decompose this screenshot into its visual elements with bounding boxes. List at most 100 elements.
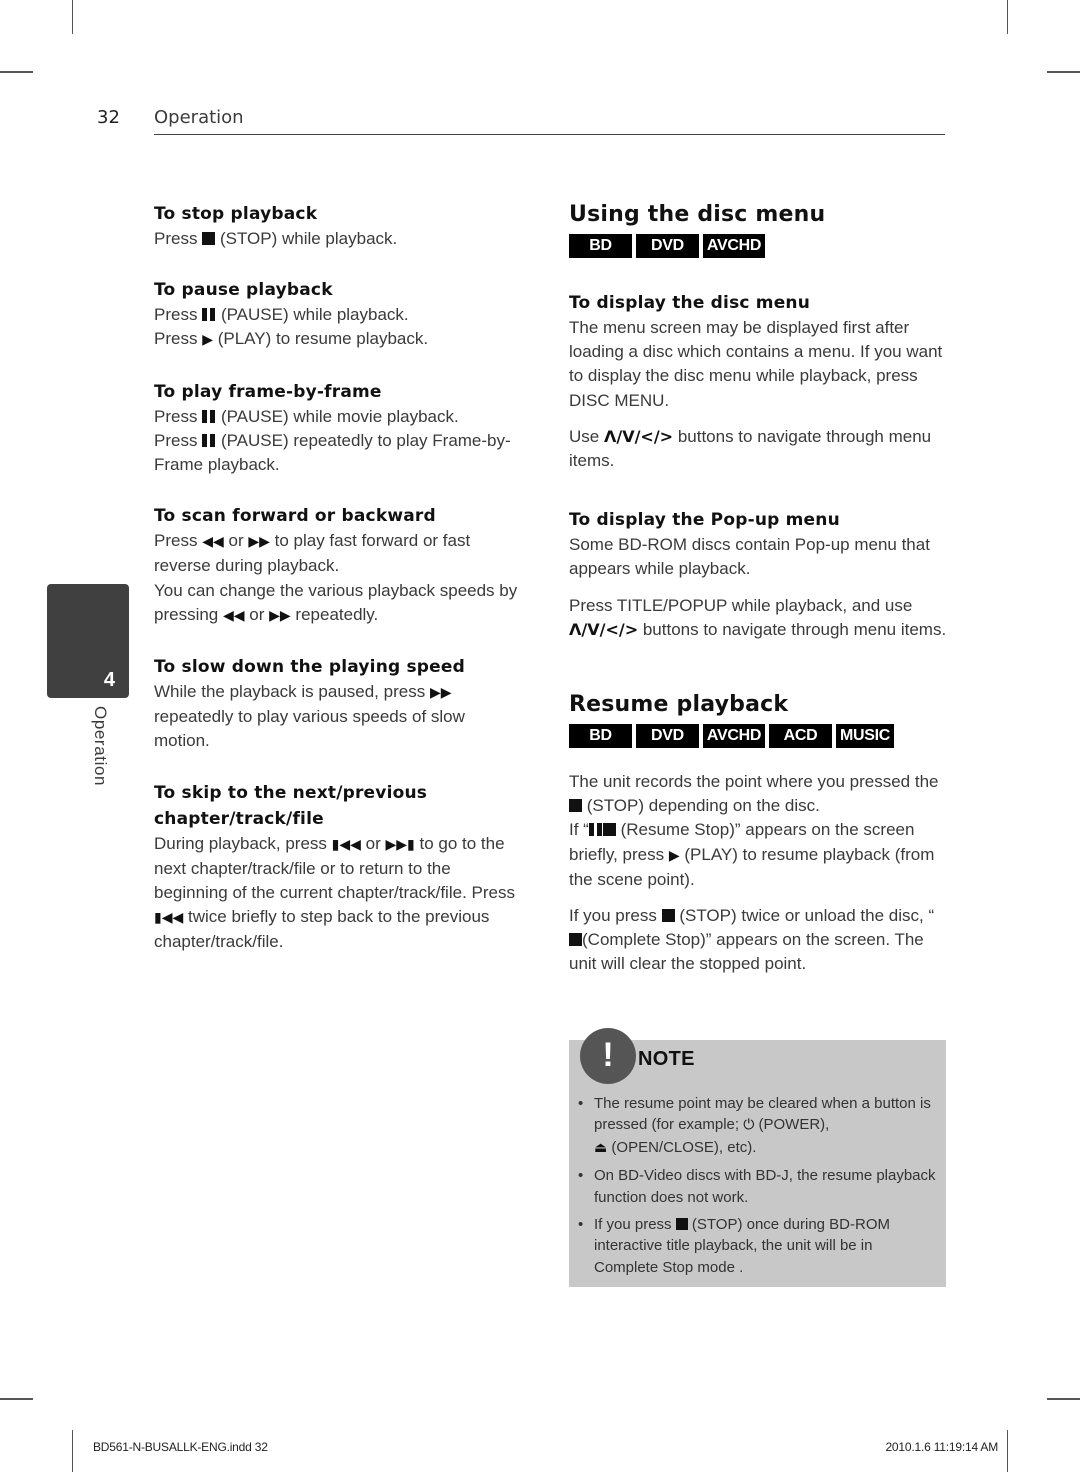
section-popup-menu: To display the Pop-up menu Some BD-ROM d… <box>569 507 947 642</box>
text: (STOP) twice or unload the disc, “ <box>679 906 935 926</box>
subheading: To stop playback <box>154 204 318 224</box>
exclamation-icon: ! <box>580 1028 636 1084</box>
chapter-number: 4 <box>103 669 115 691</box>
rewind-icon: ◀◀ <box>202 534 224 551</box>
disc-type-badges: BD DVD AVCHD ACD MUSIC <box>569 724 947 749</box>
paragraph: Press ◀◀ or ▶▶ to play fast forward or f… <box>154 529 524 628</box>
navigation-arrows-icon: Λ/V/</> <box>603 426 674 446</box>
stop-icon <box>661 909 675 923</box>
text: If you press <box>569 906 657 926</box>
section-resume-playback: Resume playback BD DVD AVCHD ACD MUSIC T… <box>569 690 947 977</box>
eject-icon: ⏏ <box>594 1139 608 1156</box>
crop-mark <box>72 1430 73 1472</box>
text: twice briefly to step back to the previo… <box>154 907 490 952</box>
section-scan: To scan forward or backward Press ◀◀ or … <box>154 503 524 628</box>
bullet: • <box>578 1216 584 1234</box>
text: Press <box>154 329 198 349</box>
navigation-arrows-icon: Λ/V/</> <box>569 619 639 639</box>
skip-previous-icon: ▮◀◀ <box>154 910 184 927</box>
fast-forward-icon: ▶▶ <box>429 685 452 702</box>
section-slow-motion: To slow down the playing speed While the… <box>154 654 524 754</box>
chapter-tab: 4 <box>47 584 129 698</box>
text: or <box>249 604 265 624</box>
text: Use <box>569 426 600 446</box>
crop-mark <box>0 1398 33 1400</box>
text: (PAUSE) while playback. <box>220 305 409 325</box>
paragraph: While the playback is paused, press ▶▶ r… <box>154 680 524 754</box>
paragraph: Press TITLE/POPUP while playback, and us… <box>569 594 947 642</box>
header-divider <box>154 134 945 135</box>
pause-icon <box>588 823 603 837</box>
text: Press <box>154 305 198 325</box>
skip-previous-icon: ▮◀◀ <box>331 836 361 853</box>
bullet: • <box>578 1095 584 1112</box>
section-heading-resume: Resume playback <box>569 692 789 718</box>
text: The unit records the point where you pre… <box>569 772 939 792</box>
footer-timestamp: 2010.1.6 11:19:14 AM <box>885 1440 998 1454</box>
footer-filename: BD561-N-BUSALLK-ENG.indd 32 <box>93 1440 268 1454</box>
stop-icon <box>202 232 216 245</box>
crop-mark <box>0 71 33 73</box>
text: Press <box>471 883 515 903</box>
skip-next-icon: ▶▶▮ <box>385 836 415 853</box>
pause-icon <box>202 308 216 322</box>
section-stop-playback: To stop playback Press (STOP) while play… <box>154 201 524 251</box>
paragraph: The unit records the point where you pre… <box>569 770 947 892</box>
fast-forward-icon: ▶▶ <box>248 534 270 551</box>
text: Press <box>154 406 198 426</box>
paragraph: Use Λ/V/</> buttons to navigate through … <box>569 425 947 473</box>
pause-icon <box>202 409 216 423</box>
subheading: To scan forward or backward <box>154 506 436 527</box>
power-icon: ⏻ <box>743 1117 755 1134</box>
paragraph: The menu screen may be displayed first a… <box>569 318 943 410</box>
fast-forward-icon: ▶▶ <box>269 607 291 624</box>
badge-avchd: AVCHD <box>703 234 765 258</box>
paragraph: During playback, press ▮◀◀ or ▶▶▮ to go … <box>154 832 524 955</box>
disc-type-badges: BD DVD AVCHD <box>569 234 947 258</box>
paragraph: If you press (STOP) twice or unload the … <box>569 904 947 977</box>
paragraph: Press (PAUSE) while playback. Press ▶ (P… <box>154 303 524 352</box>
section-pause-playback: To pause playback Press (PAUSE) while pl… <box>154 277 524 352</box>
play-icon: ▶ <box>668 847 680 864</box>
text: During playback, press <box>154 833 327 853</box>
subheading: To display the disc menu <box>569 293 811 313</box>
subheading: To play frame-by-frame <box>154 381 382 402</box>
text: repeatedly. <box>295 604 379 624</box>
chapter-label: Operation <box>90 706 114 806</box>
page-number: 32 <box>97 107 120 128</box>
crop-mark <box>1007 0 1008 34</box>
bullet: • <box>578 1167 584 1185</box>
text: On BD-Video discs with BD-J, the resume … <box>594 1167 936 1206</box>
crop-mark <box>1047 71 1080 73</box>
rewind-icon: ◀◀ <box>223 607 245 624</box>
badge-avchd: AVCHD <box>703 724 765 749</box>
badge-music: MUSIC <box>836 724 894 749</box>
badge-bd: BD <box>569 234 632 258</box>
note-item: • If you press (STOP) once during BD-ROM… <box>578 1214 938 1278</box>
text: (PAUSE) while movie playback. <box>220 406 459 426</box>
left-column: To stop playback Press (STOP) while play… <box>154 201 524 973</box>
note-item: • On BD-Video discs with BD-J, the resum… <box>578 1165 938 1208</box>
text: Press TITLE/POPUP while playback, and us… <box>569 595 913 615</box>
paragraph: Press (PAUSE) while movie playback. Pres… <box>154 405 524 478</box>
text: (Complete Stop)” appears on the screen. … <box>569 930 924 974</box>
text: (OPEN/CLOSE), etc). <box>611 1138 757 1156</box>
paragraph: Press (STOP) while playback. <box>154 227 524 251</box>
text: buttons to navigate through menu items. <box>642 619 947 639</box>
section-frame-by-frame: To play frame-by-frame Press (PAUSE) whi… <box>154 379 524 478</box>
stop-icon <box>602 823 616 837</box>
chapter-label-text: Operation <box>91 706 110 787</box>
crop-mark <box>1007 1430 1008 1472</box>
paragraph: Some BD-ROM discs contain Pop-up menu th… <box>569 535 930 579</box>
badge-dvd: DVD <box>636 234 699 258</box>
note-item: • The resume point may be cleared when a… <box>578 1093 938 1159</box>
subheading: To display the Pop-up menu <box>569 510 840 531</box>
text: Press <box>154 229 198 248</box>
text: While the playback is paused, press <box>154 682 426 702</box>
badge-acd: ACD <box>769 724 832 749</box>
text: or <box>228 531 244 551</box>
section-heading-disc-menu: Using the disc menu <box>569 202 826 227</box>
text: If you press <box>594 1216 672 1234</box>
note-list: • The resume point may be cleared when a… <box>578 1093 938 1284</box>
text: repeatedly to play various speeds of slo… <box>154 707 465 751</box>
